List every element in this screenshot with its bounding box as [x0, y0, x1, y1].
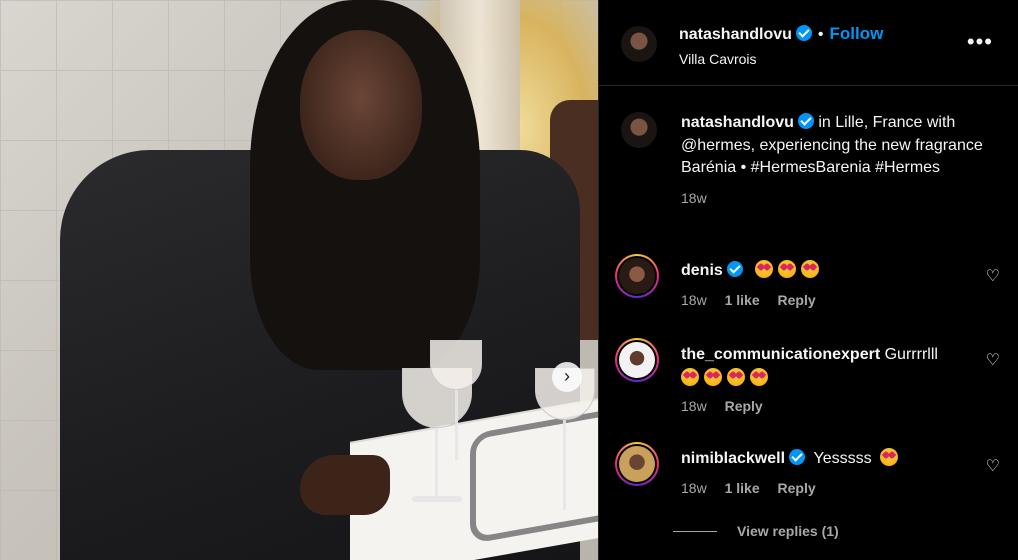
header-username[interactable]: natashandlovu	[679, 26, 792, 43]
like-heart-icon[interactable]: ♡	[986, 266, 1000, 286]
comment-likes[interactable]: 1 like	[725, 292, 760, 308]
heart-eyes-emoji	[778, 260, 797, 278]
caption-username[interactable]: natashandlovu	[681, 114, 794, 131]
avatar	[619, 342, 655, 378]
heart-eyes-emoji	[755, 260, 774, 278]
glass-stem	[455, 390, 458, 460]
comment-time[interactable]: 18w	[681, 398, 707, 414]
comment-likes[interactable]: 1 like	[725, 480, 760, 496]
heart-eyes-emoji	[880, 448, 899, 466]
heart-eyes-emoji	[704, 368, 722, 386]
header-user-line: natashandlovu • Follow	[679, 24, 883, 44]
comment-meta: 18w Reply	[681, 398, 777, 414]
separator-dot: •	[817, 26, 824, 43]
glass-stem	[435, 428, 438, 498]
caption-text-block: natashandlovu in Lille, France with @her…	[681, 112, 991, 180]
comment-meta: 18w 1 like Reply	[681, 292, 830, 308]
glass-foot	[412, 496, 462, 502]
dessert-glass	[430, 340, 482, 390]
heart-eyes-emoji	[727, 368, 745, 386]
heart-eyes-emoji	[801, 260, 820, 278]
comment-row: nimiblackwell Yesssss	[681, 448, 903, 471]
comment-text: Yesssss	[813, 450, 872, 467]
avatar[interactable]	[621, 26, 657, 62]
avatar	[619, 258, 655, 294]
comment-emojis	[681, 368, 773, 387]
comment-username[interactable]: the_communicationexpert	[681, 346, 880, 363]
comment-emojis	[755, 260, 824, 279]
post-photo[interactable]: ›	[0, 0, 598, 560]
more-options-icon[interactable]: •••	[967, 31, 993, 53]
comment-row: the_communicationexpert Gurrrrlll	[681, 343, 981, 391]
comments-panel: natashandlovu • Follow Villa Cavrois ••• n…	[598, 0, 1018, 560]
glass-stem	[563, 420, 566, 510]
verified-badge-icon	[797, 113, 814, 129]
comment-username[interactable]: denis	[681, 262, 723, 279]
post-header: natashandlovu • Follow Villa Cavrois •••	[599, 0, 1018, 86]
verified-badge-icon	[726, 261, 743, 277]
like-heart-icon[interactable]: ♡	[986, 456, 1000, 476]
like-heart-icon[interactable]: ♡	[986, 350, 1000, 370]
caption-time[interactable]: 18w	[681, 190, 991, 206]
avatar	[619, 446, 655, 482]
comment-emojis	[880, 448, 903, 467]
reply-button[interactable]: Reply	[725, 398, 763, 414]
comment-row: denis	[681, 260, 824, 280]
carousel-next-icon[interactable]: ›	[552, 362, 582, 392]
hand	[300, 455, 390, 515]
verified-badge-icon	[795, 25, 812, 41]
view-replies-row: View replies (1)	[673, 523, 839, 541]
comment-time[interactable]: 18w	[681, 292, 707, 308]
face	[300, 30, 422, 180]
view-replies-button[interactable]: View replies (1)	[737, 523, 839, 539]
reply-button[interactable]: Reply	[778, 480, 816, 496]
heart-eyes-emoji	[750, 368, 768, 386]
avatar[interactable]	[621, 112, 657, 148]
heart-eyes-emoji	[681, 368, 699, 386]
reply-button[interactable]: Reply	[778, 292, 816, 308]
comment-username[interactable]: nimiblackwell	[681, 450, 785, 467]
comment-meta: 18w 1 like Reply	[681, 480, 830, 496]
follow-button[interactable]: Follow	[830, 24, 884, 43]
avatar-story-ring[interactable]	[615, 254, 659, 298]
avatar-story-ring[interactable]	[615, 442, 659, 486]
divider-line	[673, 531, 717, 532]
verified-badge-icon	[789, 449, 806, 465]
location-link[interactable]: Villa Cavrois	[679, 51, 757, 67]
caption: natashandlovu in Lille, France with @her…	[681, 112, 991, 206]
comment-text: Gurrrrlll	[884, 346, 938, 363]
comment-time[interactable]: 18w	[681, 480, 707, 496]
avatar-story-ring[interactable]	[615, 338, 659, 382]
